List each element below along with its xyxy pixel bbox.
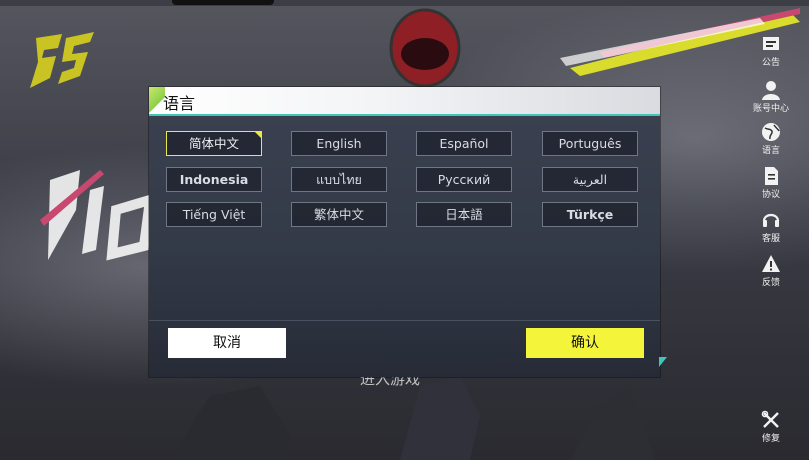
side-item-label: 账号中心	[752, 104, 789, 114]
language-option-es[interactable]: Español	[416, 131, 512, 156]
dialog-edge-accent	[659, 357, 667, 367]
side-item-notice[interactable]: 公告	[741, 34, 801, 68]
language-label: Tiếng Việt	[182, 207, 246, 222]
top-bar	[0, 0, 809, 6]
side-item-label: 协议	[761, 190, 780, 200]
language-label: 简体中文	[188, 136, 239, 151]
warning-icon	[762, 255, 780, 272]
language-option-ar[interactable]: العربية	[542, 167, 638, 192]
side-item-label: 语言	[761, 146, 780, 156]
title-divider	[149, 114, 660, 116]
side-item-feedback[interactable]: 反馈	[741, 254, 801, 288]
language-label: Türkçe	[566, 207, 614, 222]
dialog-title-bar: 语言	[149, 87, 660, 114]
top-notch	[172, 0, 274, 5]
side-item-label: 反馈	[761, 278, 780, 288]
document-icon	[765, 167, 778, 185]
language-option-ja[interactable]: 日本語	[416, 202, 512, 227]
language-option-en[interactable]: English	[291, 131, 387, 156]
headset-icon	[762, 213, 780, 227]
language-label: Indonesia	[179, 172, 249, 187]
footer-divider	[149, 320, 660, 321]
side-item-language[interactable]: 语言	[741, 122, 801, 156]
notice-board-icon	[763, 37, 779, 50]
side-item-account[interactable]: 账号中心	[741, 80, 801, 114]
confirm-button[interactable]: 确认	[526, 328, 644, 358]
language-label: Русский	[437, 172, 491, 187]
side-item-label: 公告	[761, 58, 780, 68]
language-label: 繁体中文	[313, 207, 364, 222]
side-item-support[interactable]: 客服	[741, 210, 801, 244]
language-label: English	[316, 136, 362, 151]
side-item-agreement[interactable]: 协议	[741, 166, 801, 200]
language-option-id[interactable]: Indonesia	[166, 167, 262, 192]
language-label: แบบไทย	[316, 172, 362, 187]
language-option-tr[interactable]: Türkçe	[542, 202, 638, 227]
language-option-zh-hant[interactable]: 繁体中文	[291, 202, 387, 227]
dialog-title: 语言	[163, 94, 196, 113]
side-item-label: 客服	[761, 234, 780, 244]
cancel-button[interactable]: 取消	[168, 328, 286, 358]
language-dialog: 语言 简体中文 English Español Português Indone…	[149, 87, 667, 377]
language-label: Español	[439, 136, 489, 151]
language-label: Português	[558, 136, 622, 151]
character-helmet	[389, 8, 461, 88]
language-option-zh-hans[interactable]: 简体中文	[166, 131, 262, 156]
side-item-repair[interactable]: 修复	[741, 410, 801, 444]
game-logo	[30, 32, 94, 88]
side-item-label: 修复	[761, 434, 780, 444]
language-label: 日本語	[445, 207, 483, 222]
globe-icon	[762, 123, 780, 141]
language-label: العربية	[572, 172, 608, 187]
language-option-pt[interactable]: Português	[542, 131, 638, 156]
selected-corner-marker	[254, 131, 262, 139]
language-option-th[interactable]: แบบไทย	[291, 167, 387, 192]
language-option-ru[interactable]: Русский	[416, 167, 512, 192]
language-option-vi[interactable]: Tiếng Việt	[166, 202, 262, 227]
wrench-icon	[761, 410, 779, 428]
user-icon	[762, 81, 780, 100]
